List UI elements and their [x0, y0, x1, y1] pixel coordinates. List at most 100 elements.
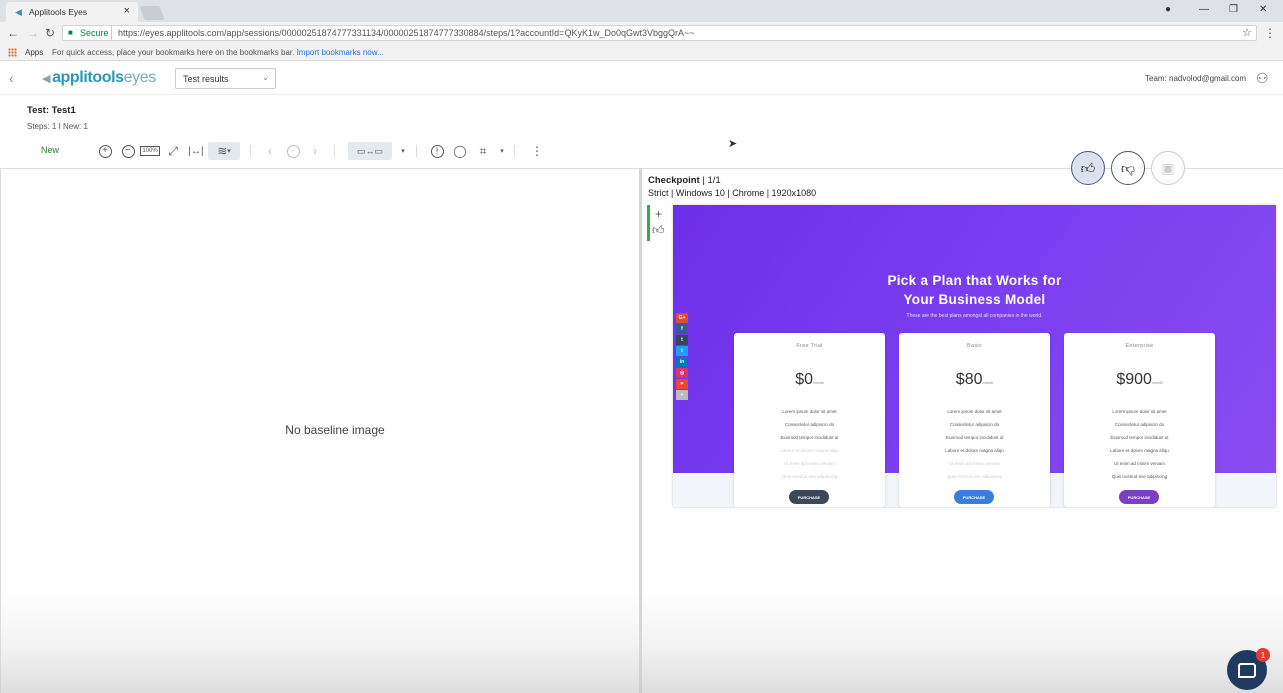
- bookmark-star-icon[interactable]: ☆: [1242, 26, 1252, 39]
- linkedin-share-icon: in: [676, 357, 688, 367]
- plan-feature: Eiusmod tempor incididunt ut: [945, 435, 1004, 440]
- region-icon[interactable]: ⌗: [474, 142, 492, 160]
- chrome-menu-icon[interactable]: ⋮: [1264, 26, 1276, 40]
- previous-diff-icon[interactable]: ‹: [261, 142, 279, 160]
- url-input[interactable]: ■ Secure https://eyes.applitools.com/app…: [62, 25, 1257, 41]
- bookmarks-bar: Apps For quick access, place your bookma…: [0, 44, 1283, 61]
- plan-name: Free Trial: [796, 343, 823, 349]
- browser-tab[interactable]: ◀ Applitools Eyes ×: [6, 2, 138, 22]
- hero-subtitle: These are the best plans amongst all com…: [906, 313, 1043, 319]
- apps-link[interactable]: Apps: [25, 48, 43, 57]
- new-tab-button[interactable]: [139, 6, 165, 20]
- no-baseline-text: No baseline image: [285, 423, 385, 437]
- test-steps: Steps: 1 I New: 1: [27, 122, 88, 131]
- address-bar-row: ← → ↻ ■ Secure https://eyes.applitools.c…: [0, 22, 1283, 44]
- hero-headline-line2: Your Business Model: [903, 292, 1046, 307]
- plan-card-free: Free Trial $0/month Lorem ipsum dolor si…: [734, 333, 885, 507]
- url-text: https://eyes.applitools.com/app/sessions…: [118, 28, 695, 38]
- plan-feature: Ut enim ad minim veniam: [784, 461, 835, 466]
- test-title: Test: Test1: [27, 105, 76, 116]
- fit-width-icon[interactable]: |↔|: [187, 142, 205, 160]
- twitter-share-icon: t: [676, 346, 688, 356]
- plan-feature: Quis nostrud exe adipiscing: [946, 474, 1003, 479]
- plan-feature: Eiusmod tempor incididunt ut: [780, 435, 839, 440]
- plan-price-period: /month: [982, 381, 994, 385]
- back-arrow-icon[interactable]: ←: [7, 26, 19, 40]
- checkpoint-header: Checkpoint | 1/1: [648, 175, 721, 186]
- logo-mark-icon: ◀: [42, 73, 51, 85]
- purchase-button: PURCHASE: [1119, 490, 1159, 504]
- target-icon[interactable]: ·: [284, 142, 302, 160]
- toolbar-divider: [416, 145, 417, 157]
- approved-indicator: [647, 205, 650, 241]
- purchase-button: PURCHASE: [954, 490, 994, 504]
- view-mode-dropdown-icon[interactable]: ▾: [394, 142, 412, 160]
- side-by-side-view-icon[interactable]: ▭↔▭: [348, 142, 392, 160]
- close-window-icon[interactable]: ✕: [1259, 4, 1267, 15]
- plan-name: Enterprise: [1125, 343, 1154, 349]
- plan-feature: Eiusmod tempor incididunt ut: [1110, 435, 1169, 440]
- save-icon: ▣: [1161, 159, 1175, 176]
- import-bookmarks-link[interactable]: Import bookmarks now...: [297, 48, 384, 57]
- tumblr-share-icon: t: [676, 335, 688, 345]
- team-label[interactable]: Team: nadvolod@gmail.com: [1145, 74, 1246, 83]
- chat-badge: 1: [1256, 648, 1270, 662]
- browser-tab-bar: ◀ Applitools Eyes × ● — ❐ ✕: [0, 0, 1283, 22]
- more-options-icon[interactable]: ⋮: [528, 142, 546, 160]
- checkpoint-image[interactable]: Pick a Plan that Works for Your Business…: [673, 205, 1276, 507]
- profile-icon[interactable]: ●: [1165, 4, 1171, 15]
- plan-price-value: $80: [955, 371, 983, 388]
- plan-feature: Lorem ipsum dolor sit amet: [1112, 409, 1167, 414]
- thumbs-up-button[interactable]: 👍︎: [1071, 151, 1105, 185]
- fit-to-screen-icon[interactable]: ⤢: [164, 142, 182, 160]
- plan-card-basic: Basic $80/month Lorem ipsum dolor sit am…: [899, 333, 1050, 507]
- issue-icon[interactable]: !: [428, 142, 446, 160]
- view-select[interactable]: Test results ⌄: [175, 68, 276, 89]
- save-button[interactable]: ▣: [1151, 151, 1185, 185]
- mouse-cursor-icon: ➤: [728, 138, 738, 150]
- plan-feature: Quis nostrud exe adipiscing: [1111, 474, 1168, 479]
- checkpoint-count: | 1/1: [702, 175, 721, 186]
- hero-headline: Pick a Plan that Works for Your Business…: [673, 271, 1276, 309]
- plan-price: $80/month: [899, 371, 1050, 389]
- plan-feature: Lorem ipsum dolor sit amet: [947, 409, 1002, 414]
- chat-bubble-icon: [1238, 662, 1256, 678]
- baseline-pane: No baseline image: [0, 168, 640, 693]
- applitools-logo[interactable]: ◀ applitoolseyes: [42, 69, 156, 87]
- thumbs-down-icon: 👎︎: [1120, 159, 1136, 176]
- close-tab-icon[interactable]: ×: [124, 5, 130, 17]
- step-toolbar: New + − 100% ⤢ |↔| ≋ ▾ ‹ · › ▭↔▭ ▾ ! ◯ ⌗ …: [0, 138, 640, 164]
- bookmarks-hint-text: For quick access, place your bookmarks h…: [52, 48, 295, 57]
- reload-icon[interactable]: ↻: [45, 26, 55, 40]
- plan-price-value: $0: [795, 371, 814, 388]
- thumbs-up-small-icon[interactable]: 👍︎: [652, 223, 665, 238]
- toolbar-divider: [514, 145, 515, 157]
- apps-grid-icon[interactable]: [8, 48, 17, 57]
- logo-part-1: applitools: [52, 69, 124, 86]
- zoom-out-icon[interactable]: −: [119, 142, 137, 160]
- toolbar-divider: [334, 145, 335, 157]
- zoom-100-label: 100%: [140, 146, 160, 156]
- zoom-in-icon[interactable]: +: [96, 142, 114, 160]
- user-settings-icon[interactable]: ⚇: [1256, 70, 1269, 87]
- plan-price-value: $900: [1116, 371, 1152, 388]
- minimize-icon[interactable]: —: [1199, 4, 1209, 15]
- region-dropdown-icon[interactable]: ▾: [493, 142, 511, 160]
- googleplus-share-icon: G+: [676, 313, 688, 323]
- next-diff-icon[interactable]: ›: [306, 142, 324, 160]
- restore-icon[interactable]: ❐: [1229, 4, 1238, 15]
- add-annotation-icon[interactable]: +: [655, 207, 662, 221]
- plan-feature: Labore et dolore magna aliqu: [1110, 448, 1169, 453]
- back-chevron-icon[interactable]: ‹: [9, 70, 14, 86]
- plan-price: $0/month: [734, 371, 885, 389]
- zoom-100-icon[interactable]: 100%: [140, 142, 160, 160]
- layers-dropdown-icon[interactable]: ≋ ▾: [208, 142, 240, 160]
- thumbs-down-button[interactable]: 👎︎: [1111, 151, 1145, 185]
- bookmarks-hint: For quick access, place your bookmarks h…: [52, 48, 384, 57]
- plan-feature: Ut enim ad minim veniam: [949, 461, 1000, 466]
- omnibox-divider: [111, 26, 112, 40]
- forward-arrow-icon[interactable]: →: [27, 26, 39, 40]
- thumbs-up-icon: 👍︎: [1080, 159, 1096, 176]
- comment-icon[interactable]: ◯: [451, 142, 469, 160]
- hero-headline-line1: Pick a Plan that Works for: [887, 273, 1062, 288]
